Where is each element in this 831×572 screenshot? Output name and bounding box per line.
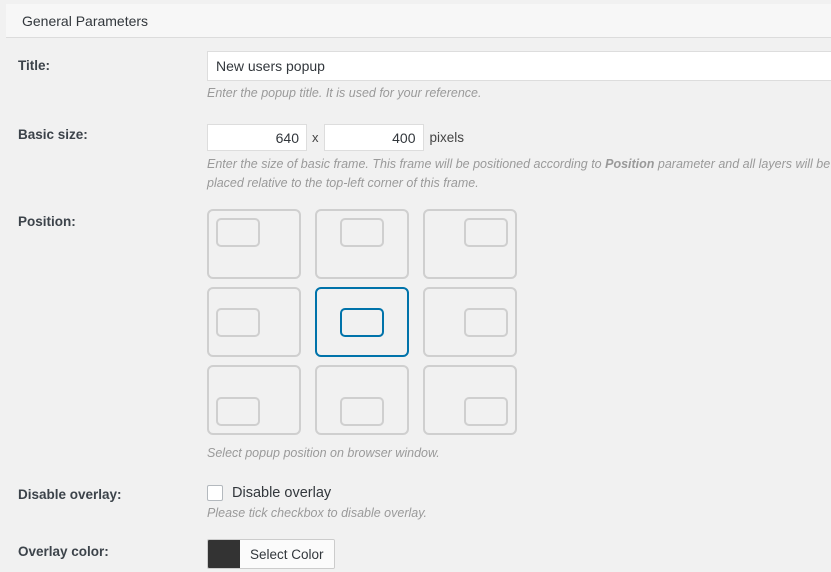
basic-size-inputs: x pixels: [207, 124, 831, 151]
size-unit-label: pixels: [429, 130, 465, 145]
disable-overlay-checkbox-label[interactable]: Disable overlay: [223, 484, 331, 502]
position-cell-middle-center[interactable]: [315, 287, 409, 357]
position-cell-bottom-center[interactable]: [315, 365, 409, 435]
position-cell-inner-middle-center: [340, 307, 384, 337]
title-input[interactable]: [207, 51, 831, 81]
select-color-button-label: Select Color: [240, 540, 334, 568]
position-cell-inner-middle-left: [216, 307, 260, 337]
color-swatch: [208, 540, 240, 568]
basic-size-width-input[interactable]: [207, 124, 307, 151]
position-cell-bottom-left[interactable]: [207, 365, 301, 435]
position-cell-inner-bottom-left: [216, 397, 260, 426]
disable-overlay-description: Please tick checkbox to disable overlay.: [207, 506, 428, 520]
position-cell-inner-top-center: [340, 218, 384, 247]
position-cell-middle-left[interactable]: [207, 287, 301, 357]
disable-overlay-checkbox[interactable]: [207, 485, 223, 501]
position-description: Select popup position on browser window.: [207, 446, 440, 460]
title-label: Title:: [18, 58, 51, 73]
position-cell-inner-bottom-center: [340, 397, 384, 426]
size-separator: x: [312, 130, 319, 145]
position-cell-inner-top-right: [464, 218, 508, 247]
select-color-button[interactable]: Select Color: [207, 539, 335, 569]
position-cell-top-right[interactable]: [423, 209, 517, 279]
basic-size-label: Basic size:: [18, 127, 88, 142]
title-description: Enter the popup title. It is used for yo…: [207, 86, 482, 100]
position-grid[interactable]: [207, 209, 831, 435]
position-cell-top-center[interactable]: [315, 209, 409, 279]
position-cell-inner-top-left: [216, 218, 260, 247]
general-parameters-form: Title: Enter the popup title. It is used…: [0, 39, 831, 572]
basic-size-desc-bold: Position: [605, 157, 655, 171]
panel-header: General Parameters: [6, 4, 831, 38]
settings-screen: General Parameters Title: Enter the popu…: [0, 0, 831, 572]
disable-overlay-check-line: Disable overlay: [207, 484, 831, 502]
position-label: Position:: [18, 214, 76, 229]
basic-size-desc-part1: Enter the size of basic frame. This fram…: [207, 157, 606, 171]
position-cell-inner-middle-right: [464, 307, 508, 337]
position-cell-top-left[interactable]: [207, 209, 301, 279]
position-cell-bottom-right[interactable]: [423, 365, 517, 435]
basic-size-description: Enter the size of basic frame. This fram…: [207, 155, 831, 193]
disable-overlay-label: Disable overlay:: [18, 487, 122, 502]
position-cell-inner-bottom-right: [464, 397, 508, 426]
basic-size-height-input[interactable]: [323, 124, 424, 151]
page-title: General Parameters: [22, 13, 149, 29]
overlay-color-label: Overlay color:: [18, 544, 109, 559]
position-cell-middle-right[interactable]: [423, 287, 517, 357]
